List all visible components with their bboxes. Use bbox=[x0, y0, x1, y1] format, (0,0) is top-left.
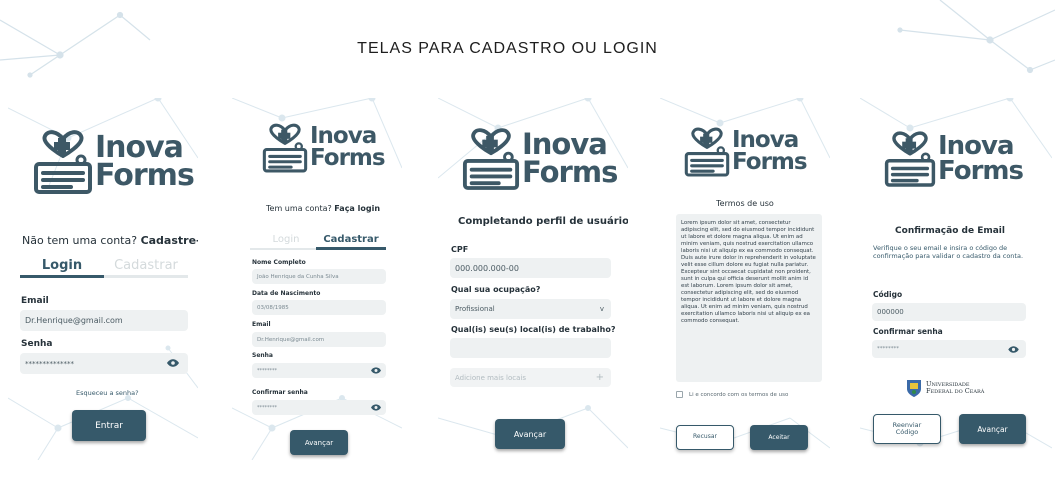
show-confirm-password-icon[interactable] bbox=[371, 404, 381, 411]
accept-button[interactable]: Aceitar bbox=[750, 425, 808, 450]
tab-register[interactable]: Cadastrar bbox=[104, 258, 188, 278]
confirm-password-value: ******** bbox=[877, 346, 899, 352]
screen-profile: Inova Forms Completando perfil de usuári… bbox=[438, 98, 628, 460]
password-field[interactable]: ******** bbox=[252, 363, 386, 378]
screen-login: Inova Forms Não tem uma conta? Cadastre-… bbox=[8, 98, 198, 460]
inova-forms-logo: Inova Forms bbox=[684, 124, 808, 180]
profile-heading: Completando perfil de usuário bbox=[458, 216, 628, 227]
chevron-down-icon: v bbox=[599, 305, 604, 313]
heart-document-icon bbox=[884, 131, 936, 187]
screen-terms: Inova Forms Termos de uso Lorem ipsum do… bbox=[660, 98, 830, 460]
forgot-password-link[interactable]: Esqueceu a senha? bbox=[76, 389, 139, 397]
next-button[interactable]: Avançar bbox=[495, 419, 565, 449]
login-prompt-text: Tem uma conta? bbox=[266, 204, 332, 213]
next-button[interactable]: Avançar bbox=[290, 430, 348, 455]
university-crest-icon bbox=[907, 380, 921, 397]
email-label: Email bbox=[21, 296, 49, 306]
password-label: Senha bbox=[252, 352, 273, 359]
workplace-label: Qual(is) seu(s) local(is) de trabalho? bbox=[451, 325, 616, 334]
register-prompt-text: Não tem uma conta? bbox=[22, 234, 138, 247]
add-workplace-placeholder: Adicione mais locais bbox=[455, 373, 526, 382]
logo-line2: Forms bbox=[95, 158, 195, 193]
agree-label: Li e concordo com os termos de uso bbox=[689, 391, 789, 398]
inova-forms-logo: Inova Forms bbox=[462, 126, 618, 192]
inova-forms-logo: Inova Forms bbox=[33, 128, 195, 196]
screen-email-confirmation: Inova Forms Confirmação de Email Verifiq… bbox=[860, 98, 1052, 460]
email-field[interactable]: Dr.Henrique@gmail.com bbox=[20, 310, 188, 331]
reject-button[interactable]: Recusar bbox=[676, 425, 734, 450]
confirmation-instructions: Verifique o seu email e insira o código … bbox=[873, 244, 1024, 261]
logo-line2: Forms bbox=[310, 145, 386, 171]
show-password-icon[interactable] bbox=[1008, 346, 1019, 353]
logo-line2: Forms bbox=[938, 156, 1024, 186]
register-prompt: Não tem uma conta? Cadastre-se bbox=[22, 234, 198, 247]
agree-row: Li e concordo com os termos de uso bbox=[676, 391, 788, 398]
confirm-password-field[interactable]: ******** bbox=[252, 400, 386, 415]
heart-document-icon bbox=[34, 130, 92, 194]
terms-text-box[interactable]: Lorem ipsum dolor sit amet, consectetur … bbox=[676, 214, 822, 382]
heart-document-icon bbox=[684, 127, 730, 177]
page-title: TELAS PARA CADASTRO OU LOGIN bbox=[357, 40, 658, 57]
screen-register: Inova Forms Tem uma conta? Faça login Lo… bbox=[232, 98, 402, 460]
terms-heading: Termos de uso bbox=[716, 199, 774, 208]
email-label: Email bbox=[252, 321, 271, 328]
code-field[interactable]: 000000 bbox=[872, 303, 1026, 321]
heart-document-icon bbox=[262, 123, 308, 173]
confirm-password-label: Confirmar senha bbox=[252, 389, 308, 396]
register-link[interactable]: Cadastre-se bbox=[141, 234, 198, 247]
next-button[interactable]: Avançar bbox=[959, 414, 1026, 444]
resend-code-button[interactable]: Reenviar Código bbox=[873, 414, 941, 444]
occupation-select[interactable]: Profissional v bbox=[450, 299, 611, 319]
login-prompt: Tem uma conta? Faça login bbox=[266, 204, 380, 213]
email-field[interactable]: Dr.Henrique@gmail.com bbox=[252, 332, 386, 347]
name-field[interactable]: João Henrique da Cunha Silva bbox=[252, 269, 386, 284]
cpf-label: CPF bbox=[451, 245, 469, 254]
birth-label: Data de Nascimento bbox=[252, 290, 321, 297]
university-logo: Universidade Federal do Ceará bbox=[906, 378, 984, 398]
tab-login[interactable]: Login bbox=[20, 258, 104, 278]
code-label: Código bbox=[873, 290, 903, 299]
password-label: Senha bbox=[21, 339, 53, 349]
university-line2: Federal do Ceará bbox=[926, 387, 985, 395]
occupation-label: Qual sua ocupação? bbox=[451, 285, 541, 294]
plus-icon[interactable]: + bbox=[596, 372, 604, 383]
heart-document-icon bbox=[462, 128, 520, 190]
name-label: Nome Completo bbox=[252, 259, 306, 266]
add-workplace-field[interactable]: Adicione mais locais + bbox=[450, 368, 611, 387]
show-password-icon[interactable] bbox=[167, 359, 179, 367]
password-value: ************** bbox=[25, 359, 74, 368]
logo-line2: Forms bbox=[732, 149, 808, 175]
login-link[interactable]: Faça login bbox=[334, 204, 380, 213]
confirm-password-field[interactable]: ******** bbox=[872, 340, 1026, 358]
agree-checkbox[interactable] bbox=[676, 391, 683, 398]
login-button[interactable]: Entrar bbox=[72, 410, 146, 441]
workplace-field[interactable] bbox=[450, 338, 611, 358]
password-value: ******** bbox=[257, 367, 277, 374]
birth-field[interactable]: 03/08/1985 bbox=[252, 300, 386, 315]
confirm-password-value: ******** bbox=[257, 404, 277, 411]
resend-line2: Código bbox=[895, 428, 919, 436]
cpf-field[interactable]: 000.000.000-00 bbox=[450, 258, 611, 278]
logo-line2: Forms bbox=[522, 155, 618, 189]
inova-forms-logo: Inova Forms bbox=[884, 128, 1024, 190]
terms-text: Lorem ipsum dolor sit amet, consectetur … bbox=[681, 220, 816, 325]
password-field[interactable]: ************** bbox=[20, 353, 188, 374]
occupation-value: Profissional bbox=[455, 305, 495, 313]
inova-forms-logo: Inova Forms bbox=[262, 122, 386, 174]
tab-register[interactable]: Cadastrar bbox=[316, 234, 386, 250]
confirm-password-label: Confirmar senha bbox=[873, 327, 943, 336]
confirmation-heading: Confirmação de Email bbox=[895, 226, 1005, 236]
show-password-icon[interactable] bbox=[371, 367, 381, 374]
tab-login[interactable]: Login bbox=[250, 234, 322, 250]
